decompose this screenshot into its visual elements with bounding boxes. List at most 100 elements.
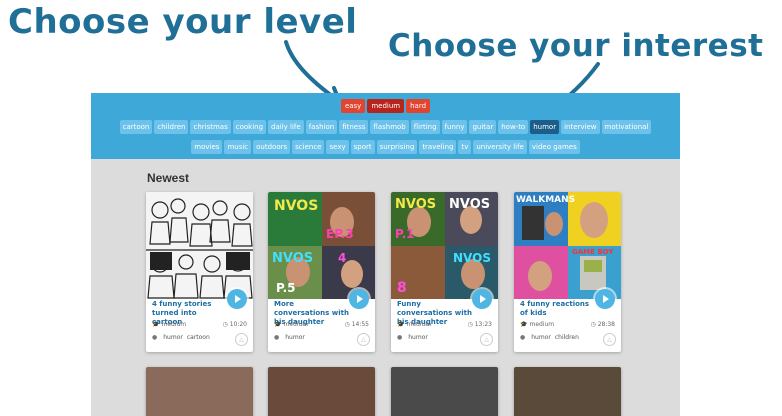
play-button[interactable] bbox=[227, 289, 247, 309]
interest-tag-daily-life[interactable]: daily life bbox=[268, 120, 304, 134]
video-tag[interactable]: humor bbox=[285, 334, 305, 341]
interest-tag-video-games[interactable]: video games bbox=[528, 140, 580, 154]
video-tags: ● humor bbox=[397, 334, 428, 341]
interest-tag-flirting[interactable]: flirting bbox=[410, 120, 440, 134]
svg-text:WALKMANS: WALKMANS bbox=[516, 195, 575, 205]
interest-tag-movies[interactable]: movies bbox=[191, 140, 223, 154]
video-tag[interactable]: cartoon bbox=[187, 334, 210, 341]
video-tag[interactable]: children bbox=[555, 334, 579, 341]
interest-tag-science[interactable]: science bbox=[292, 140, 325, 154]
clock-icon: ◷ bbox=[344, 321, 350, 328]
interest-tag-music[interactable]: music bbox=[224, 140, 252, 154]
video-thumbnail: NVOS EP.3 NVOS P.5 4 bbox=[268, 192, 375, 299]
tag-icon: ● bbox=[152, 334, 158, 341]
video-duration: 28:38 bbox=[597, 321, 615, 328]
clock-icon: ◷ bbox=[222, 321, 228, 328]
video-tag[interactable]: humor bbox=[408, 334, 428, 341]
level-button-hard[interactable]: hard bbox=[406, 99, 431, 113]
video-level: medium bbox=[529, 321, 555, 328]
interest-tag-funny[interactable]: funny bbox=[441, 120, 468, 134]
thumb-text: NVOS bbox=[274, 198, 318, 214]
video-tags: ● humor children bbox=[520, 334, 579, 341]
level-button-medium[interactable]: medium bbox=[367, 99, 405, 113]
app-frame: easy medium hard cartoon children christmas c… bbox=[91, 93, 680, 416]
interest-tag-christmas[interactable]: christmas bbox=[190, 120, 231, 134]
svg-text:GAME BOY: GAME BOY bbox=[572, 248, 614, 256]
graduation-cap-icon: 🎓 bbox=[520, 321, 528, 328]
clock-icon: ◷ bbox=[467, 321, 473, 328]
video-card-partial[interactable] bbox=[268, 367, 375, 416]
video-meta: 🎓 medium ◷ 28:38 bbox=[520, 321, 615, 328]
video-thumbnail: NVOS NVOS P.1 NVOS 8 bbox=[391, 192, 498, 299]
video-card-partial[interactable] bbox=[146, 367, 253, 416]
video-meta: 🎓 medium ◷ 14:55 bbox=[274, 321, 369, 328]
video-meta: 🎓 medium ◷ 10:20 bbox=[152, 321, 247, 328]
video-level: medium bbox=[161, 321, 187, 328]
interest-tag-fitness[interactable]: fitness bbox=[339, 120, 369, 134]
video-duration: 10:20 bbox=[229, 321, 247, 328]
favorite-icon[interactable]: △ bbox=[480, 333, 493, 346]
play-button[interactable] bbox=[349, 289, 369, 309]
section-title: Newest bbox=[147, 171, 190, 185]
svg-text:NVOS: NVOS bbox=[449, 197, 490, 212]
svg-text:NVOS: NVOS bbox=[453, 251, 491, 265]
tag-icon: ● bbox=[397, 334, 403, 341]
interest-tag-surprising[interactable]: surprising bbox=[376, 140, 418, 154]
svg-text:NVOS: NVOS bbox=[395, 197, 436, 212]
svg-text:P.5: P.5 bbox=[276, 281, 296, 295]
interest-tag-flashmob[interactable]: flashmob bbox=[370, 120, 409, 134]
video-card-partial[interactable] bbox=[514, 367, 621, 416]
video-thumbnail bbox=[146, 192, 253, 299]
filter-header: easy medium hard cartoon children christmas c… bbox=[91, 93, 680, 159]
interest-tag-interview[interactable]: interview bbox=[561, 120, 600, 134]
interest-tag-cooking[interactable]: cooking bbox=[232, 120, 267, 134]
interest-tag-outdoors[interactable]: outdoors bbox=[253, 140, 291, 154]
interest-tag-sport[interactable]: sport bbox=[350, 140, 375, 154]
favorite-icon[interactable]: △ bbox=[235, 333, 248, 346]
play-button[interactable] bbox=[472, 289, 492, 309]
video-card-partial[interactable] bbox=[391, 367, 498, 416]
video-card[interactable]: NVOS EP.3 NVOS P.5 4 More conversations … bbox=[268, 192, 375, 352]
video-card[interactable]: 4 funny stories turned into cartoon 🎓 med… bbox=[146, 192, 253, 352]
video-tags: ● humor bbox=[274, 334, 305, 341]
interest-tags-row-1: cartoon children christmas cooking daily lif… bbox=[91, 120, 680, 134]
video-tag[interactable]: humor bbox=[163, 334, 183, 341]
graduation-cap-icon: 🎓 bbox=[397, 321, 405, 328]
video-duration: 13:23 bbox=[474, 321, 492, 328]
video-level: medium bbox=[406, 321, 432, 328]
video-tag[interactable]: humor bbox=[531, 334, 551, 341]
video-card[interactable]: WALKMANS GAME BOY 4 funny reactions of k… bbox=[514, 192, 621, 352]
level-button-easy[interactable]: easy bbox=[340, 99, 366, 113]
interest-tag-motivational[interactable]: motivational bbox=[601, 120, 652, 134]
interest-tags-row-2: movies music outdoors science sexy sport surpr… bbox=[91, 140, 680, 154]
play-button[interactable] bbox=[595, 289, 615, 309]
video-tags: ● humor cartoon bbox=[152, 334, 210, 341]
svg-text:4: 4 bbox=[338, 251, 346, 265]
tag-icon: ● bbox=[520, 334, 526, 341]
interest-callout: Choose your interest bbox=[388, 28, 764, 64]
video-meta: 🎓 medium ◷ 13:23 bbox=[397, 321, 492, 328]
graduation-cap-icon: 🎓 bbox=[152, 321, 160, 328]
interest-tag-cartoon[interactable]: cartoon bbox=[119, 120, 153, 134]
interest-tag-sexy[interactable]: sexy bbox=[326, 140, 349, 154]
video-title[interactable]: 4 funny reactions of kids bbox=[520, 300, 596, 318]
svg-text:P.1: P.1 bbox=[395, 227, 415, 241]
level-selector: easy medium hard bbox=[91, 99, 680, 113]
tag-icon: ● bbox=[274, 334, 280, 341]
interest-tag-traveling[interactable]: traveling bbox=[419, 140, 457, 154]
interest-tag-tv[interactable]: tv bbox=[458, 140, 472, 154]
interest-tag-how-to[interactable]: how-to bbox=[498, 120, 529, 134]
svg-text:8: 8 bbox=[397, 280, 407, 296]
interest-tag-guitar[interactable]: guitar bbox=[469, 120, 497, 134]
favorite-icon[interactable]: △ bbox=[603, 333, 616, 346]
level-callout: Choose your level bbox=[8, 2, 358, 42]
video-card[interactable]: NVOS NVOS P.1 NVOS 8 Funny conversations… bbox=[391, 192, 498, 352]
video-thumbnail: WALKMANS GAME BOY bbox=[514, 192, 621, 299]
interest-tag-children[interactable]: children bbox=[154, 120, 189, 134]
interest-tag-humor[interactable]: humor bbox=[530, 120, 560, 134]
svg-text:EP.3: EP.3 bbox=[326, 227, 354, 241]
interest-tag-fashion[interactable]: fashion bbox=[305, 120, 338, 134]
favorite-icon[interactable]: △ bbox=[357, 333, 370, 346]
graduation-cap-icon: 🎓 bbox=[274, 321, 282, 328]
interest-tag-university-life[interactable]: university life bbox=[473, 140, 527, 154]
